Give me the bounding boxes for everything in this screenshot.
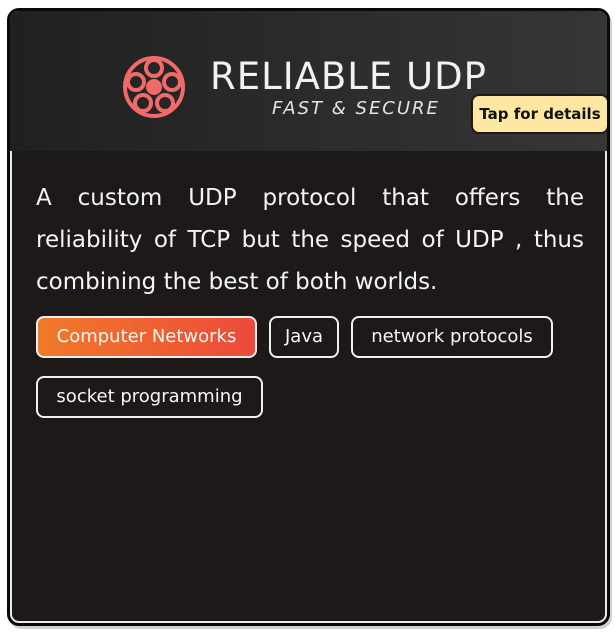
tag-socket-programming[interactable]: socket programming [36, 376, 263, 418]
film-reel-icon [123, 56, 185, 118]
details-button[interactable]: Tap for details [471, 94, 607, 134]
project-card[interactable]: RELIABLE UDP FAST & SECURE Tap for detai… [7, 8, 610, 626]
project-description: A custom UDP protocol that offers the re… [36, 185, 584, 295]
tag-java[interactable]: Java [269, 316, 339, 358]
banner-subtitle: FAST & SECURE [272, 98, 440, 119]
tag-network-protocols[interactable]: network protocols [351, 316, 553, 358]
banner-title: RELIABLE UDP [210, 55, 487, 98]
tag-computer-networks[interactable]: Computer Networks [36, 316, 257, 358]
